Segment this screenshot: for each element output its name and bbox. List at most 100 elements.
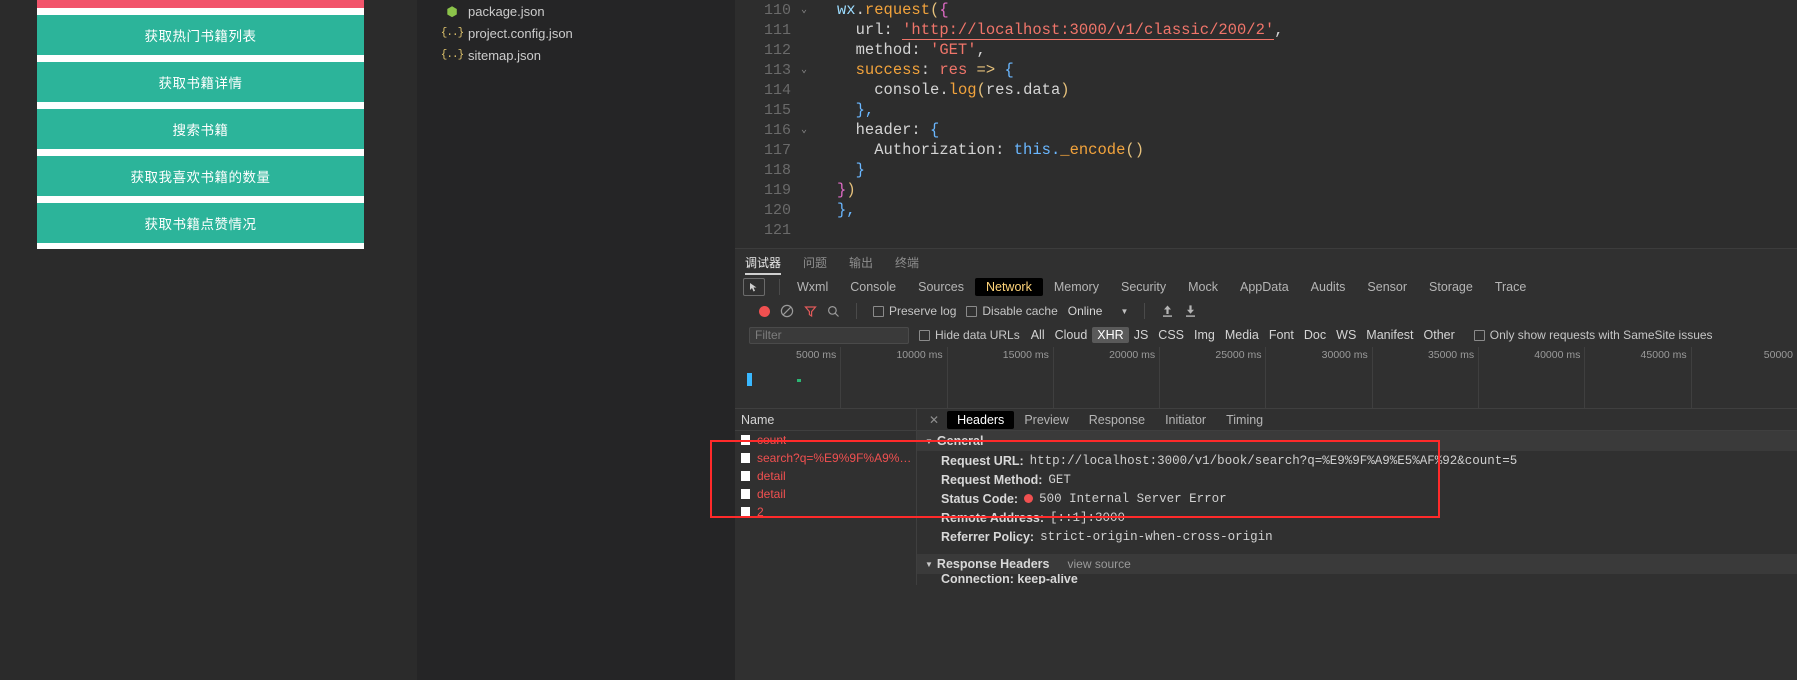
panel-tab-storage[interactable]: Storage: [1418, 278, 1484, 296]
tab-output[interactable]: 输出: [849, 254, 873, 275]
detail-row-request-method: Request Method: GET: [917, 470, 1797, 489]
disable-cache-checkbox[interactable]: Disable cache: [966, 304, 1058, 318]
code-line-120: 120 },: [735, 200, 1797, 220]
throttling-select[interactable]: Online ▼: [1068, 304, 1129, 318]
request-row[interactable]: detail: [735, 485, 916, 503]
details-tab-headers[interactable]: Headers: [947, 410, 1015, 429]
hide-data-urls-checkbox[interactable]: Hide data URLs: [919, 328, 1020, 342]
panel-tab-wxml[interactable]: Wxml: [786, 278, 839, 296]
detail-row-status-code: Status Code: 500 Internal Server Error: [917, 489, 1797, 508]
overview-tick: 35000 ms: [1427, 349, 1475, 361]
token: :: [911, 41, 931, 59]
checkbox-box[interactable]: [966, 305, 978, 317]
sim-button-hot-list[interactable]: 获取热门书籍列表: [37, 15, 364, 55]
code-content: }): [813, 181, 856, 199]
close-icon[interactable]: ✕: [921, 413, 947, 427]
panel-tab-sources[interactable]: Sources: [907, 278, 975, 296]
details-tab-timing[interactable]: Timing: [1216, 411, 1273, 429]
filter-type-cloud[interactable]: Cloud: [1050, 327, 1093, 343]
code-content: header: {: [813, 121, 940, 139]
sim-button-like-status[interactable]: 获取书籍点赞情况: [37, 203, 364, 243]
filter-type-img[interactable]: Img: [1189, 327, 1220, 343]
sim-gap: [37, 8, 364, 15]
general-section-header[interactable]: ▼ General: [917, 431, 1797, 451]
sim-button-search-book[interactable]: 搜索书籍: [37, 109, 364, 149]
code-content: Authorization: this._encode(): [813, 141, 1144, 159]
overview-request-bar: [747, 373, 752, 386]
request-list[interactable]: Name count search?q=%E9%9F%A9%E5%… detai…: [735, 409, 917, 585]
request-row[interactable]: 2: [735, 503, 916, 521]
search-icon[interactable]: [827, 305, 840, 318]
sim-button-0[interactable]: [37, 0, 364, 8]
filter-type-js[interactable]: JS: [1129, 327, 1154, 343]
checkbox-box[interactable]: [873, 305, 884, 317]
filter-type-xhr[interactable]: XHR: [1092, 327, 1129, 343]
tab-problems[interactable]: 问题: [803, 254, 827, 275]
filter-input[interactable]: [749, 326, 909, 344]
code-editor[interactable]: 110 ⌄ wx.request({ 111 url: 'http://loca…: [735, 0, 1797, 248]
filter-type-media[interactable]: Media: [1220, 327, 1264, 343]
filter-type-doc[interactable]: Doc: [1299, 327, 1331, 343]
overview-cell: 50000: [1690, 347, 1797, 408]
request-row[interactable]: count: [735, 431, 916, 449]
file-item-sitemap-json[interactable]: {..} sitemap.json: [417, 44, 735, 66]
filter-type-other[interactable]: Other: [1419, 327, 1460, 343]
panel-tab-audits[interactable]: Audits: [1300, 278, 1357, 296]
panel-tab-network[interactable]: Network: [974, 278, 1043, 296]
details-tab-initiator[interactable]: Initiator: [1155, 411, 1216, 429]
checkbox-box[interactable]: [919, 329, 930, 341]
panel-tab-sensor[interactable]: Sensor: [1356, 278, 1418, 296]
code-line-118: 118 }: [735, 160, 1797, 180]
line-number: 119: [763, 181, 791, 199]
inspect-element-icon[interactable]: [743, 278, 765, 296]
checkbox-box[interactable]: [1473, 329, 1485, 341]
import-har-icon[interactable]: [1161, 304, 1174, 318]
fold-chevron-icon[interactable]: ⌄: [795, 124, 813, 136]
record-button-icon[interactable]: [759, 305, 770, 317]
panel-tab-trace[interactable]: Trace: [1484, 278, 1538, 296]
request-row[interactable]: search?q=%E9%9F%A9%E5%…: [735, 449, 916, 467]
sim-button-favorite-count[interactable]: 获取我喜欢书籍的数量: [37, 156, 364, 196]
sim-button-book-detail[interactable]: 获取书籍详情: [37, 62, 364, 102]
filter-type-all[interactable]: All: [1026, 327, 1050, 343]
export-har-icon[interactable]: [1184, 304, 1197, 318]
simulator-pane: 获取热门书籍列表 获取书籍详情 搜索书籍 获取我喜欢书籍的数量 获取书籍点赞情况: [0, 0, 417, 680]
token: request: [864, 1, 931, 19]
fold-chevron-icon[interactable]: ⌄: [795, 64, 813, 76]
clear-icon[interactable]: [780, 304, 794, 318]
code-line-121: 121: [735, 220, 1797, 240]
tab-debugger[interactable]: 调试器: [745, 254, 782, 275]
tab-terminal[interactable]: 终端: [895, 254, 919, 275]
filter-type-ws[interactable]: WS: [1331, 327, 1361, 343]
network-overview-timeline[interactable]: 5000 ms 10000 ms 15000 ms 20000 ms 25000…: [735, 347, 1797, 409]
details-tab-response[interactable]: Response: [1079, 411, 1155, 429]
samesite-issues-checkbox[interactable]: Only show requests with SameSite issues: [1473, 328, 1713, 342]
code-content: url: 'http://localhost:3000/v1/classic/2…: [813, 21, 1284, 40]
response-headers-section-header[interactable]: ▼ Response Headers view source: [917, 554, 1797, 574]
filter-funnel-icon[interactable]: [804, 305, 817, 318]
token: =>: [967, 61, 1005, 79]
general-section-title: General: [936, 434, 984, 448]
filter-type-manifest[interactable]: Manifest: [1361, 327, 1418, 343]
file-item-project-config-json[interactable]: {..} project.config.json: [417, 22, 735, 44]
app-root: 获取热门书籍列表 获取书籍详情 搜索书籍 获取我喜欢书籍的数量 获取书籍点赞情况…: [0, 0, 1797, 680]
preserve-log-checkbox[interactable]: Preserve log: [873, 304, 956, 318]
request-row[interactable]: detail: [735, 467, 916, 485]
file-item-package-json[interactable]: ⬢ package.json: [417, 0, 735, 22]
filter-type-font[interactable]: Font: [1264, 327, 1299, 343]
token: ): [1060, 81, 1070, 99]
panel-tab-memory[interactable]: Memory: [1043, 278, 1110, 296]
view-source-link[interactable]: view source: [1067, 557, 1130, 571]
request-name: search?q=%E9%9F%A9%E5%…: [757, 451, 916, 465]
line-number: 113: [763, 61, 791, 79]
request-type-icon: [741, 435, 750, 445]
panel-tab-appdata[interactable]: AppData: [1229, 278, 1300, 296]
panel-tab-console[interactable]: Console: [839, 278, 907, 296]
line-number: 118: [763, 161, 791, 179]
filter-type-css[interactable]: CSS: [1153, 327, 1189, 343]
details-tab-preview[interactable]: Preview: [1014, 411, 1078, 429]
panel-tab-mock[interactable]: Mock: [1177, 278, 1229, 296]
panel-tab-security[interactable]: Security: [1110, 278, 1177, 296]
fold-chevron-icon[interactable]: ⌄: [795, 4, 813, 16]
overview-cell: 10000 ms: [840, 347, 946, 408]
